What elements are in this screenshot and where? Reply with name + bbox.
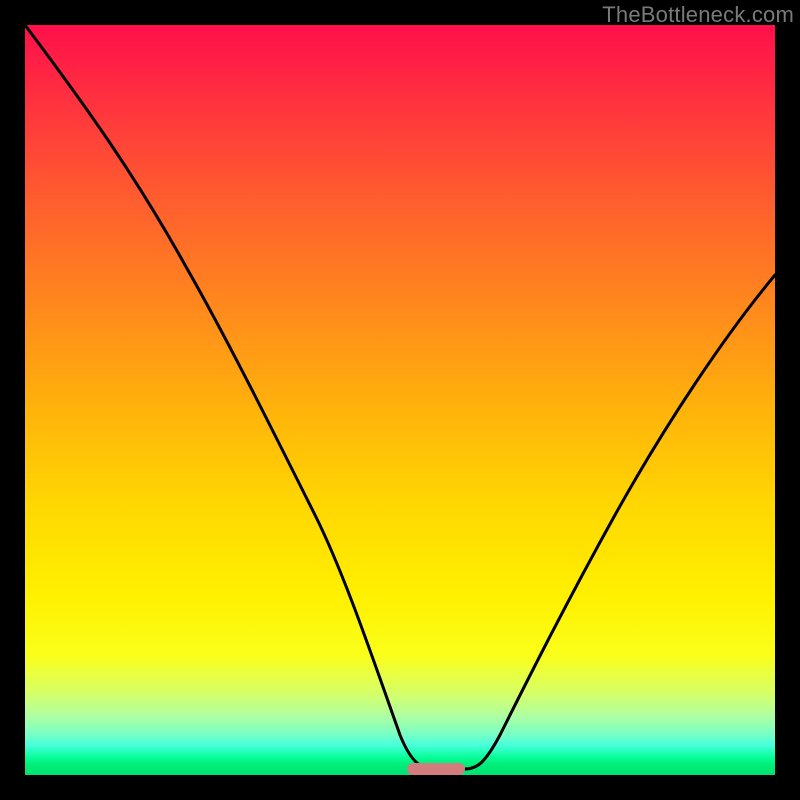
watermark-label: TheBottleneck.com [602, 2, 794, 28]
plot-area [25, 25, 775, 775]
chart-svg [25, 25, 775, 775]
bottleneck-curve-path [25, 25, 775, 769]
chart-frame: TheBottleneck.com [0, 0, 800, 800]
optimum-marker [407, 763, 465, 775]
